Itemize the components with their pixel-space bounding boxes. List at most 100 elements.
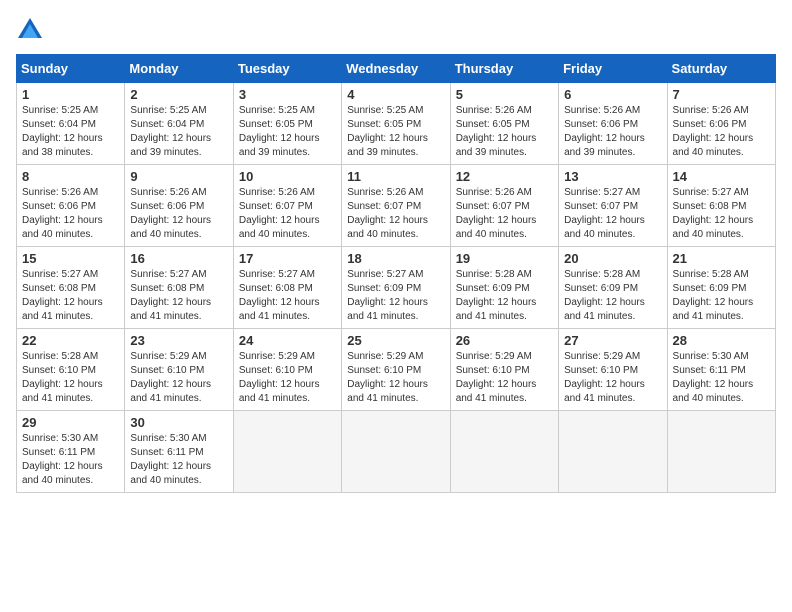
calendar-cell: 15 Sunrise: 5:27 AMSunset: 6:08 PMDaylig… xyxy=(17,247,125,329)
calendar-cell: 17 Sunrise: 5:27 AMSunset: 6:08 PMDaylig… xyxy=(233,247,341,329)
day-number: 28 xyxy=(673,333,770,348)
calendar-cell xyxy=(667,411,775,493)
day-info: Sunrise: 5:29 AMSunset: 6:10 PMDaylight:… xyxy=(130,351,211,404)
calendar-cell: 22 Sunrise: 5:28 AMSunset: 6:10 PMDaylig… xyxy=(17,329,125,411)
day-number: 14 xyxy=(673,169,770,184)
calendar-cell: 5 Sunrise: 5:26 AMSunset: 6:05 PMDayligh… xyxy=(450,83,558,165)
day-number: 13 xyxy=(564,169,661,184)
day-info: Sunrise: 5:25 AMSunset: 6:05 PMDaylight:… xyxy=(347,105,428,158)
col-header-wednesday: Wednesday xyxy=(342,55,450,83)
day-info: Sunrise: 5:26 AMSunset: 6:07 PMDaylight:… xyxy=(456,187,537,240)
col-header-tuesday: Tuesday xyxy=(233,55,341,83)
day-info: Sunrise: 5:26 AMSunset: 6:05 PMDaylight:… xyxy=(456,105,537,158)
calendar-cell: 14 Sunrise: 5:27 AMSunset: 6:08 PMDaylig… xyxy=(667,165,775,247)
day-number: 26 xyxy=(456,333,553,348)
col-header-thursday: Thursday xyxy=(450,55,558,83)
calendar-cell: 6 Sunrise: 5:26 AMSunset: 6:06 PMDayligh… xyxy=(559,83,667,165)
calendar-cell xyxy=(342,411,450,493)
calendar-cell: 11 Sunrise: 5:26 AMSunset: 6:07 PMDaylig… xyxy=(342,165,450,247)
calendar-cell: 18 Sunrise: 5:27 AMSunset: 6:09 PMDaylig… xyxy=(342,247,450,329)
day-info: Sunrise: 5:28 AMSunset: 6:09 PMDaylight:… xyxy=(456,269,537,322)
day-number: 18 xyxy=(347,251,444,266)
day-info: Sunrise: 5:26 AMSunset: 6:06 PMDaylight:… xyxy=(673,105,754,158)
day-info: Sunrise: 5:26 AMSunset: 6:07 PMDaylight:… xyxy=(347,187,428,240)
calendar-cell xyxy=(450,411,558,493)
calendar-cell: 27 Sunrise: 5:29 AMSunset: 6:10 PMDaylig… xyxy=(559,329,667,411)
calendar-cell: 9 Sunrise: 5:26 AMSunset: 6:06 PMDayligh… xyxy=(125,165,233,247)
calendar-cell: 12 Sunrise: 5:26 AMSunset: 6:07 PMDaylig… xyxy=(450,165,558,247)
day-info: Sunrise: 5:26 AMSunset: 6:07 PMDaylight:… xyxy=(239,187,320,240)
calendar-week-row: 29 Sunrise: 5:30 AMSunset: 6:11 PMDaylig… xyxy=(17,411,776,493)
calendar-cell: 26 Sunrise: 5:29 AMSunset: 6:10 PMDaylig… xyxy=(450,329,558,411)
day-number: 11 xyxy=(347,169,444,184)
day-number: 16 xyxy=(130,251,227,266)
day-number: 2 xyxy=(130,87,227,102)
calendar-cell: 28 Sunrise: 5:30 AMSunset: 6:11 PMDaylig… xyxy=(667,329,775,411)
calendar-cell: 4 Sunrise: 5:25 AMSunset: 6:05 PMDayligh… xyxy=(342,83,450,165)
day-info: Sunrise: 5:30 AMSunset: 6:11 PMDaylight:… xyxy=(673,351,754,404)
logo xyxy=(16,16,48,44)
day-number: 6 xyxy=(564,87,661,102)
day-info: Sunrise: 5:28 AMSunset: 6:09 PMDaylight:… xyxy=(564,269,645,322)
day-number: 8 xyxy=(22,169,119,184)
day-info: Sunrise: 5:27 AMSunset: 6:08 PMDaylight:… xyxy=(673,187,754,240)
day-info: Sunrise: 5:29 AMSunset: 6:10 PMDaylight:… xyxy=(564,351,645,404)
day-info: Sunrise: 5:27 AMSunset: 6:07 PMDaylight:… xyxy=(564,187,645,240)
col-header-sunday: Sunday xyxy=(17,55,125,83)
calendar-cell xyxy=(559,411,667,493)
day-info: Sunrise: 5:29 AMSunset: 6:10 PMDaylight:… xyxy=(456,351,537,404)
calendar-cell: 19 Sunrise: 5:28 AMSunset: 6:09 PMDaylig… xyxy=(450,247,558,329)
calendar-cell: 23 Sunrise: 5:29 AMSunset: 6:10 PMDaylig… xyxy=(125,329,233,411)
calendar-cell: 20 Sunrise: 5:28 AMSunset: 6:09 PMDaylig… xyxy=(559,247,667,329)
day-number: 5 xyxy=(456,87,553,102)
day-number: 9 xyxy=(130,169,227,184)
calendar-week-row: 15 Sunrise: 5:27 AMSunset: 6:08 PMDaylig… xyxy=(17,247,776,329)
day-number: 22 xyxy=(22,333,119,348)
page-header xyxy=(16,16,776,44)
day-info: Sunrise: 5:27 AMSunset: 6:08 PMDaylight:… xyxy=(22,269,103,322)
col-header-saturday: Saturday xyxy=(667,55,775,83)
calendar-cell: 3 Sunrise: 5:25 AMSunset: 6:05 PMDayligh… xyxy=(233,83,341,165)
calendar-header-row: SundayMondayTuesdayWednesdayThursdayFrid… xyxy=(17,55,776,83)
day-info: Sunrise: 5:28 AMSunset: 6:10 PMDaylight:… xyxy=(22,351,103,404)
col-header-friday: Friday xyxy=(559,55,667,83)
calendar-cell: 29 Sunrise: 5:30 AMSunset: 6:11 PMDaylig… xyxy=(17,411,125,493)
day-number: 27 xyxy=(564,333,661,348)
day-info: Sunrise: 5:28 AMSunset: 6:09 PMDaylight:… xyxy=(673,269,754,322)
calendar-cell: 2 Sunrise: 5:25 AMSunset: 6:04 PMDayligh… xyxy=(125,83,233,165)
calendar-week-row: 22 Sunrise: 5:28 AMSunset: 6:10 PMDaylig… xyxy=(17,329,776,411)
day-info: Sunrise: 5:25 AMSunset: 6:04 PMDaylight:… xyxy=(130,105,211,158)
calendar-cell: 8 Sunrise: 5:26 AMSunset: 6:06 PMDayligh… xyxy=(17,165,125,247)
day-info: Sunrise: 5:27 AMSunset: 6:08 PMDaylight:… xyxy=(130,269,211,322)
day-number: 21 xyxy=(673,251,770,266)
day-number: 12 xyxy=(456,169,553,184)
calendar-cell: 30 Sunrise: 5:30 AMSunset: 6:11 PMDaylig… xyxy=(125,411,233,493)
day-info: Sunrise: 5:30 AMSunset: 6:11 PMDaylight:… xyxy=(130,433,211,486)
day-number: 30 xyxy=(130,415,227,430)
day-number: 25 xyxy=(347,333,444,348)
calendar-cell: 21 Sunrise: 5:28 AMSunset: 6:09 PMDaylig… xyxy=(667,247,775,329)
day-number: 4 xyxy=(347,87,444,102)
calendar-week-row: 8 Sunrise: 5:26 AMSunset: 6:06 PMDayligh… xyxy=(17,165,776,247)
day-number: 19 xyxy=(456,251,553,266)
day-number: 17 xyxy=(239,251,336,266)
calendar-cell: 7 Sunrise: 5:26 AMSunset: 6:06 PMDayligh… xyxy=(667,83,775,165)
day-info: Sunrise: 5:27 AMSunset: 6:08 PMDaylight:… xyxy=(239,269,320,322)
day-info: Sunrise: 5:26 AMSunset: 6:06 PMDaylight:… xyxy=(564,105,645,158)
day-number: 23 xyxy=(130,333,227,348)
logo-icon xyxy=(16,16,44,44)
calendar-week-row: 1 Sunrise: 5:25 AMSunset: 6:04 PMDayligh… xyxy=(17,83,776,165)
day-info: Sunrise: 5:26 AMSunset: 6:06 PMDaylight:… xyxy=(22,187,103,240)
calendar-cell: 10 Sunrise: 5:26 AMSunset: 6:07 PMDaylig… xyxy=(233,165,341,247)
calendar-cell: 24 Sunrise: 5:29 AMSunset: 6:10 PMDaylig… xyxy=(233,329,341,411)
day-info: Sunrise: 5:26 AMSunset: 6:06 PMDaylight:… xyxy=(130,187,211,240)
calendar-cell: 25 Sunrise: 5:29 AMSunset: 6:10 PMDaylig… xyxy=(342,329,450,411)
day-info: Sunrise: 5:29 AMSunset: 6:10 PMDaylight:… xyxy=(239,351,320,404)
calendar-cell: 1 Sunrise: 5:25 AMSunset: 6:04 PMDayligh… xyxy=(17,83,125,165)
day-info: Sunrise: 5:30 AMSunset: 6:11 PMDaylight:… xyxy=(22,433,103,486)
day-number: 15 xyxy=(22,251,119,266)
col-header-monday: Monday xyxy=(125,55,233,83)
calendar-cell: 13 Sunrise: 5:27 AMSunset: 6:07 PMDaylig… xyxy=(559,165,667,247)
calendar-cell: 16 Sunrise: 5:27 AMSunset: 6:08 PMDaylig… xyxy=(125,247,233,329)
day-info: Sunrise: 5:25 AMSunset: 6:05 PMDaylight:… xyxy=(239,105,320,158)
